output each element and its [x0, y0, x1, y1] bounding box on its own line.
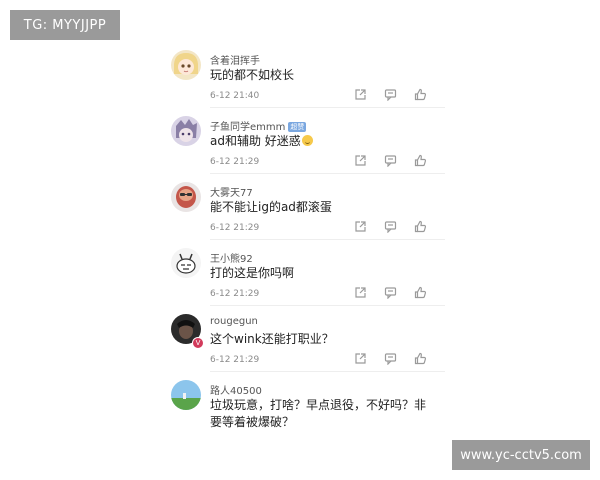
comment-item: V rougegun 这个wink还能打职业？ 6-12 21:29 [160, 306, 445, 372]
comment-text: ad和辅助 好迷惑 [210, 133, 432, 150]
comment-username[interactable]: rougegun [210, 316, 258, 327]
user-tag: 超赞 [288, 122, 307, 132]
comment-username[interactable]: 含着泪挥手 [210, 52, 260, 67]
watermark-top: TG: MYYJJPP [10, 10, 120, 40]
share-icon[interactable] [354, 352, 367, 365]
comment-item: 大雾天77 能不能让ig的ad都滚蛋 6-12 21:29 [160, 174, 445, 240]
username-text: 子鱼同学emmm [210, 122, 286, 133]
reply-icon[interactable] [384, 154, 397, 167]
comment-timestamp: 6-12 21:29 [210, 223, 260, 233]
share-icon[interactable] [354, 88, 367, 101]
like-icon[interactable] [414, 352, 427, 365]
reply-icon[interactable] [384, 220, 397, 233]
reply-icon[interactable] [384, 88, 397, 101]
comment-username[interactable]: 路人40500 [210, 382, 262, 397]
comment-username[interactable]: 大雾天77 [210, 184, 253, 199]
smile-emoji-icon [301, 135, 313, 146]
comment-list[interactable]: 含着泪挥手 玩的都不如校长 6-12 21:40 子鱼同学emmm 超赞 ad和… [160, 42, 445, 440]
comment-item: 子鱼同学emmm 超赞 ad和辅助 好迷惑 6-12 21:29 [160, 108, 445, 174]
anime-girl-avatar[interactable] [171, 50, 201, 80]
comment-text-body: ad和辅助 好迷惑 [210, 134, 301, 148]
anime-character-avatar[interactable] [171, 116, 201, 146]
like-icon[interactable] [414, 220, 427, 233]
comment-text: 打的这是你吗啊 [210, 266, 295, 280]
comment-username[interactable]: 王小熊92 [210, 250, 253, 265]
cartoon-doodle-avatar[interactable] [171, 248, 201, 278]
share-icon[interactable] [354, 286, 367, 299]
comment-username[interactable]: 子鱼同学emmm 超赞 [210, 118, 307, 133]
comment-text: 能不能让ig的ad都滚蛋 [210, 200, 332, 214]
share-icon[interactable] [354, 154, 367, 167]
like-icon[interactable] [414, 154, 427, 167]
comment-timestamp: 6-12 21:29 [210, 289, 260, 299]
comment-timestamp: 6-12 21:29 [210, 157, 260, 167]
like-icon[interactable] [414, 286, 427, 299]
comment-timestamp: 6-12 21:40 [210, 91, 260, 101]
comment-text: 这个wink还能打职业？ [210, 332, 334, 346]
watermark-bottom: www.yc-cctv5.com [452, 440, 590, 470]
comment-timestamp: 6-12 21:29 [210, 355, 260, 365]
like-icon[interactable] [414, 88, 427, 101]
share-icon[interactable] [354, 220, 367, 233]
reply-icon[interactable] [384, 352, 397, 365]
comment-text: 垃圾玩意，打啥？早点退役，不好吗？非要等着被爆破？ [210, 398, 427, 429]
comment-item: 路人40500 垃圾玩意，打啥？早点退役，不好吗？非要等着被爆破？ [160, 372, 445, 440]
comment-item: 王小熊92 打的这是你吗啊 6-12 21:29 [160, 240, 445, 306]
verified-badge-icon: V [192, 337, 204, 349]
landscape-avatar[interactable] [171, 380, 201, 410]
comment-text: 玩的都不如校长 [210, 68, 295, 82]
comment-item: 含着泪挥手 玩的都不如校长 6-12 21:40 [160, 42, 445, 108]
bearded-man-avatar[interactable] [171, 182, 201, 212]
reply-icon[interactable] [384, 286, 397, 299]
